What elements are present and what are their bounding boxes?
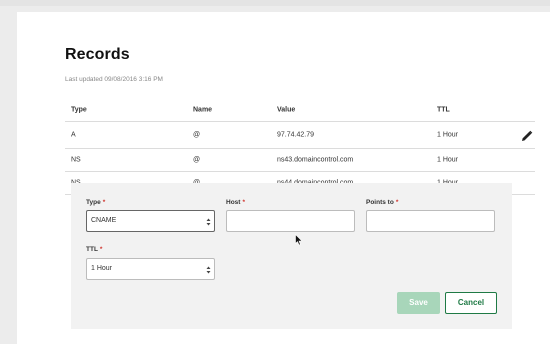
row-name: @ bbox=[193, 156, 201, 164]
row-name: @ bbox=[193, 131, 201, 139]
table-header: Type Name Value TTL bbox=[65, 98, 535, 122]
row-type: NS bbox=[71, 156, 81, 164]
header-ttl: TTL bbox=[437, 106, 450, 113]
points-to-label: Points to * bbox=[366, 199, 399, 206]
select-arrows-icon bbox=[206, 264, 211, 274]
type-label: Type * bbox=[86, 199, 106, 206]
type-select-value: CNAME bbox=[91, 217, 117, 224]
top-bar bbox=[0, 0, 550, 6]
page-title: Records bbox=[65, 46, 130, 63]
cancel-button[interactable]: Cancel bbox=[445, 292, 497, 314]
add-record-form: Type * CNAME Host * Points to * TTL * 1 Hour… bbox=[71, 183, 512, 329]
host-input[interactable] bbox=[226, 210, 355, 232]
header-type: Type bbox=[71, 106, 87, 113]
ttl-label: TTL * bbox=[86, 246, 103, 253]
required-mark: * bbox=[102, 199, 106, 206]
row-ttl: 1 Hour bbox=[437, 131, 459, 139]
mouse-cursor-icon bbox=[295, 233, 303, 246]
type-select[interactable]: CNAME bbox=[86, 210, 215, 232]
required-mark: * bbox=[99, 246, 103, 253]
row-type: A bbox=[71, 131, 76, 139]
header-value: Value bbox=[277, 106, 296, 113]
required-mark: * bbox=[395, 199, 399, 206]
select-arrows-icon bbox=[206, 216, 211, 226]
records-table: Type Name Value TTL A @ 97.74.42.79 1 Ho… bbox=[65, 98, 535, 195]
row-value: 97.74.42.79 bbox=[277, 131, 314, 139]
table-row[interactable]: A @ 97.74.42.79 1 Hour bbox=[65, 122, 535, 149]
last-updated-text: Last updated 09/08/2016 3:16 PM bbox=[65, 76, 163, 83]
points-to-input[interactable] bbox=[366, 210, 495, 232]
save-button[interactable]: Save bbox=[397, 292, 440, 314]
row-value: ns43.domaincontrol.com bbox=[277, 156, 354, 164]
table-row[interactable]: NS @ ns43.domaincontrol.com 1 Hour bbox=[65, 149, 535, 172]
required-mark: * bbox=[242, 199, 245, 206]
host-label: Host * bbox=[226, 199, 245, 206]
ttl-select-value: 1 Hour bbox=[91, 265, 113, 272]
row-ttl: 1 Hour bbox=[437, 156, 459, 164]
ttl-select[interactable]: 1 Hour bbox=[86, 258, 215, 280]
pencil-icon[interactable] bbox=[521, 129, 533, 141]
header-name: Name bbox=[193, 106, 213, 113]
